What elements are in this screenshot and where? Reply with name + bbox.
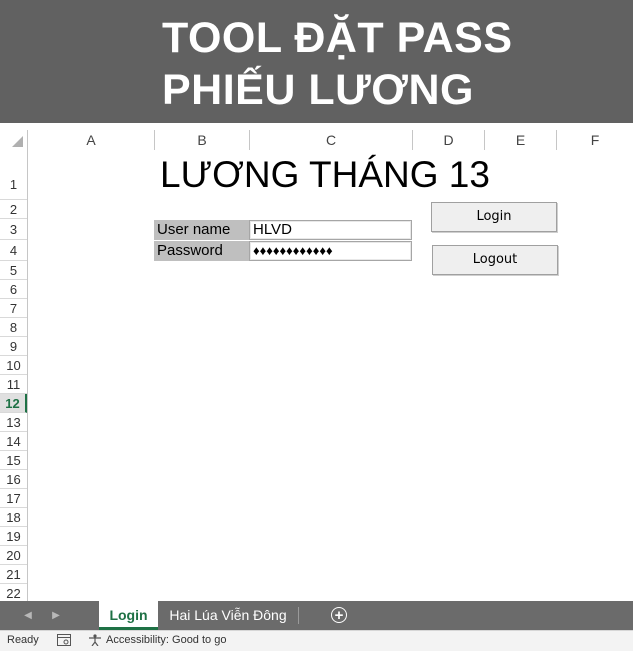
banner-title-line-1: TOOL ĐẶT PASS: [162, 14, 513, 62]
row-header-8[interactable]: 8: [0, 318, 27, 337]
row-header-6[interactable]: 6: [0, 280, 27, 299]
username-input[interactable]: HLVD: [249, 220, 412, 240]
login-button[interactable]: Login: [431, 202, 557, 232]
row-header-16[interactable]: 16: [0, 470, 27, 489]
row-header-20[interactable]: 20: [0, 546, 27, 565]
username-label: User name: [154, 220, 249, 240]
tab-hai-lua-vien-dong[interactable]: Hai Lúa Viễn Đông: [164, 601, 292, 630]
row-header-13[interactable]: 13: [0, 413, 27, 432]
row-header-19[interactable]: 19: [0, 527, 27, 546]
row-header-2[interactable]: 2: [0, 200, 27, 219]
column-header-c[interactable]: C: [250, 130, 413, 150]
row-header-column: 1 2 3 4 5 6 7 8 9 10 11 12 13 14 15 16 1…: [0, 150, 28, 601]
row-header-11[interactable]: 11: [0, 375, 27, 394]
status-ready: Ready: [7, 634, 39, 646]
sheet-title: LƯƠNG THÁNG 13: [160, 154, 490, 195]
macro-recording-icon[interactable]: [57, 634, 71, 646]
password-label: Password: [154, 241, 249, 261]
row-header-1[interactable]: 1: [0, 150, 27, 200]
row-header-12[interactable]: 12: [0, 394, 27, 413]
row-header-10[interactable]: 10: [0, 356, 27, 375]
tab-login[interactable]: Login: [99, 601, 158, 630]
row-header-4[interactable]: 4: [0, 240, 27, 261]
logout-button[interactable]: Logout: [432, 245, 558, 275]
status-bar: Ready Accessibility: Good to go: [0, 630, 633, 651]
tab-scroll-right-icon[interactable]: ▶: [49, 601, 63, 630]
column-header-b[interactable]: B: [155, 130, 250, 150]
tab-scroll-left-icon[interactable]: ◀: [21, 601, 35, 630]
row-header-14[interactable]: 14: [0, 432, 27, 451]
row-header-15[interactable]: 15: [0, 451, 27, 470]
row-header-18[interactable]: 18: [0, 508, 27, 527]
select-all-icon: [12, 136, 23, 147]
column-header-d[interactable]: D: [413, 130, 485, 150]
column-header-f[interactable]: F: [557, 130, 633, 150]
select-all-button[interactable]: [0, 130, 28, 150]
accessibility-icon[interactable]: [88, 634, 102, 646]
banner-title-line-2: PHIẾU LƯƠNG: [162, 66, 474, 114]
row-header-7[interactable]: 7: [0, 299, 27, 318]
column-header-bar: A B C D E F: [0, 130, 633, 151]
status-accessibility[interactable]: Accessibility: Good to go: [106, 634, 226, 646]
formula-strip: [0, 123, 633, 130]
row-header-21[interactable]: 21: [0, 565, 27, 584]
row-header-22[interactable]: 22: [0, 584, 27, 601]
password-input[interactable]: ♦♦♦♦♦♦♦♦♦♦♦♦: [249, 241, 412, 261]
row-header-17[interactable]: 17: [0, 489, 27, 508]
column-header-e[interactable]: E: [485, 130, 557, 150]
column-header-a[interactable]: A: [28, 130, 155, 150]
sheet-tabs-bar: ◀ ▶ Login Hai Lúa Viễn Đông +: [0, 601, 633, 630]
tab-separator: [298, 607, 299, 624]
row-header-9[interactable]: 9: [0, 337, 27, 356]
row-header-3[interactable]: 3: [0, 219, 27, 240]
row-header-5[interactable]: 5: [0, 261, 27, 280]
title-banner: TOOL ĐẶT PASS PHIẾU LƯƠNG: [0, 0, 633, 123]
add-sheet-icon[interactable]: +: [331, 607, 347, 623]
